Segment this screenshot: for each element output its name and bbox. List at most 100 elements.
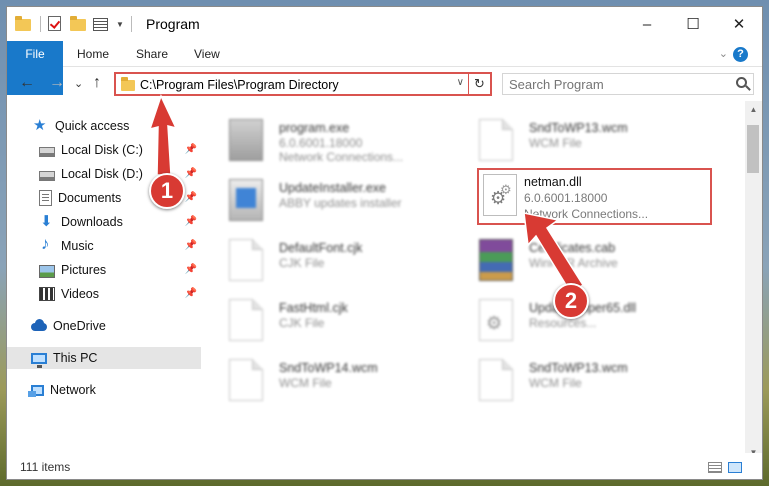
file-description: Resources... <box>529 316 597 330</box>
file-description: Network Connections... <box>524 207 649 221</box>
sidebar-item-label: Network <box>50 383 96 397</box>
sidebar-item-label: Downloads <box>61 215 123 229</box>
file-description: Network Connections... <box>279 150 404 164</box>
navigation-bar: ← → ⌄ ↑ C:\Program Files\Program Directo… <box>7 68 762 100</box>
search-box[interactable] <box>502 73 754 95</box>
address-path[interactable]: C:\Program Files\Program Directory <box>140 78 339 92</box>
file-name: program.exe <box>279 121 350 135</box>
file-type: WCM File <box>529 136 582 150</box>
pin-icon[interactable]: 📌 <box>185 168 197 179</box>
folder-icon[interactable] <box>15 16 31 32</box>
pin-icon[interactable]: 📌 <box>185 264 197 275</box>
pin-icon[interactable]: 📌 <box>185 144 197 155</box>
sidebar-item-label: Music <box>61 239 94 253</box>
sidebar-item-quick-access[interactable]: Quick access <box>33 115 201 137</box>
new-folder-icon[interactable] <box>70 16 86 32</box>
sidebar-item-music[interactable]: Music 📌 <box>39 234 201 257</box>
large-icons-view-icon[interactable] <box>728 462 742 473</box>
minimize-button[interactable]: – <box>624 7 670 41</box>
back-arrow-icon[interactable]: ← <box>19 74 35 92</box>
scrollbar-thumb[interactable] <box>747 125 759 173</box>
window-title: Program <box>146 16 200 32</box>
refresh-icon[interactable]: ↻ <box>468 74 490 94</box>
address-bar[interactable]: C:\Program Files\Program Directory ∨ ↻ <box>114 72 492 96</box>
file-type: CJK File <box>279 256 325 270</box>
file-item[interactable]: SndToWP13.wcm WCM File <box>453 353 693 407</box>
customize-toolbar-chevron-icon[interactable]: ▼ <box>116 20 124 29</box>
blank-file-icon <box>479 119 513 161</box>
address-dropdown-chevron-icon[interactable]: ∨ <box>457 77 464 88</box>
up-arrow-icon[interactable]: ↑ <box>93 74 101 92</box>
download-arrow-icon <box>39 212 55 230</box>
maximize-button[interactable]: ☐ <box>670 7 716 41</box>
ribbon-tabs: File Home Share View ⌄ ? <box>7 41 762 95</box>
pin-icon[interactable]: 📌 <box>185 288 197 299</box>
status-bar: 111 items <box>7 453 762 479</box>
music-note-icon <box>39 234 55 254</box>
item-count: 111 items <box>20 460 71 474</box>
file-version: 6.0.6001.18000 <box>524 191 608 205</box>
sidebar-item-local-disk-c[interactable]: Local Disk (C:) 📌 <box>39 139 201 161</box>
blank-file-icon <box>229 299 263 341</box>
file-name: UpdateInstaller.exe <box>279 181 387 195</box>
archive-icon <box>479 239 513 281</box>
help-icon[interactable]: ? <box>733 47 748 62</box>
pin-icon[interactable]: 📌 <box>185 216 197 227</box>
vertical-scrollbar[interactable]: ▲ ▼ <box>745 101 762 461</box>
callout-step-1: 1 <box>149 173 185 209</box>
film-strip-icon <box>39 287 55 301</box>
file-item[interactable]: SndToWP14.wcm WCM File <box>203 353 443 407</box>
search-input[interactable] <box>503 74 723 94</box>
file-item[interactable]: Certificates.cab WinRAR Archive <box>453 233 693 287</box>
sidebar-item-label: Pictures <box>61 263 107 277</box>
file-name: netman.dll <box>524 175 582 189</box>
recent-locations-chevron-icon[interactable]: ⌄ <box>74 77 83 90</box>
file-item[interactable]: DefaultFont.cjk CJK File <box>203 233 443 287</box>
sidebar-item-onedrive[interactable]: OneDrive <box>31 315 201 337</box>
file-item[interactable]: UpdateInstaller.exe ABBY updates install… <box>203 173 443 227</box>
file-name: SndToWP13.wcm <box>529 361 628 375</box>
sidebar-item-label: Local Disk (C:) <box>61 143 143 157</box>
sidebar-item-network[interactable]: Network <box>28 379 201 401</box>
file-version: 6.0.6001.18000 <box>279 136 363 150</box>
search-icon[interactable] <box>736 77 747 88</box>
executable-icon <box>229 119 263 161</box>
hard-drive-icon <box>39 171 55 181</box>
close-button[interactable]: ✕ <box>716 7 762 41</box>
sidebar-item-label: Videos <box>61 287 99 301</box>
file-item-netman[interactable]: ⚙ ⚙ netman.dll 6.0.6001.18000 Network Con… <box>479 170 719 224</box>
tab-view[interactable]: View <box>194 41 220 67</box>
sidebar-item-label: OneDrive <box>53 319 106 333</box>
dll-gear-icon: ⚙ ⚙ <box>483 174 517 216</box>
cloud-icon <box>31 318 47 334</box>
ribbon-collapse-chevron-icon[interactable]: ⌄ <box>719 47 728 60</box>
properties-icon[interactable] <box>93 16 109 32</box>
file-explorer-window: ▼ Program – ☐ ✕ File Home Share View ⌄ ?… <box>6 6 763 480</box>
scroll-up-arrow-icon[interactable]: ▲ <box>745 101 762 118</box>
tab-share[interactable]: Share <box>136 41 168 67</box>
file-name: SndToWP13.wcm <box>529 121 628 135</box>
file-item[interactable]: FastHtml.cjk CJK File <box>203 293 443 347</box>
tab-home[interactable]: Home <box>77 41 109 67</box>
dll-gear-icon: ⚙ <box>479 299 513 341</box>
installer-icon <box>229 179 263 221</box>
file-item[interactable]: program.exe 6.0.6001.18000 Network Conne… <box>203 113 443 167</box>
sidebar-item-pictures[interactable]: Pictures 📌 <box>39 259 201 281</box>
toolbar-divider <box>40 16 41 32</box>
file-name: Certificates.cab <box>529 241 616 255</box>
file-item[interactable]: SndToWP13.wcm WCM File <box>453 113 693 167</box>
highlighted-file-netman[interactable]: ⚙ ⚙ netman.dll 6.0.6001.18000 Network Con… <box>477 168 712 225</box>
pin-icon[interactable]: 📌 <box>185 192 197 203</box>
properties-check-icon[interactable] <box>47 16 63 32</box>
sidebar-item-downloads[interactable]: Downloads 📌 <box>39 211 201 233</box>
sidebar-item-videos[interactable]: Videos 📌 <box>39 283 201 305</box>
file-type: WinRAR Archive <box>529 256 618 270</box>
details-view-icon[interactable] <box>708 462 722 473</box>
forward-arrow-icon[interactable]: → <box>49 74 65 92</box>
blank-file-icon <box>229 239 263 281</box>
sidebar-item-label: Quick access <box>55 119 130 133</box>
sidebar-item-this-pc[interactable]: This PC <box>7 347 201 369</box>
computer-icon <box>31 353 47 368</box>
pin-icon[interactable]: 📌 <box>185 240 197 251</box>
network-icon <box>28 384 44 397</box>
